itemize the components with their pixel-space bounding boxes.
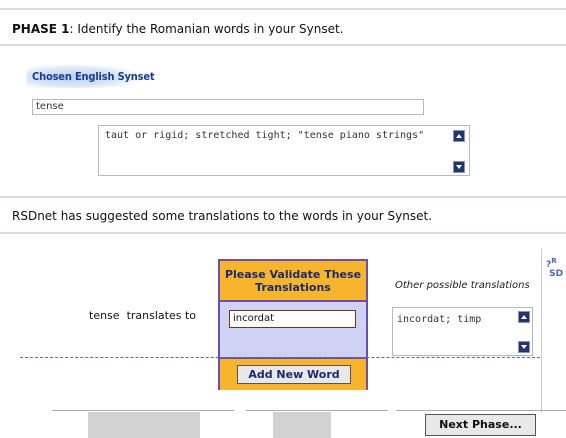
phase-title: PHASE 1: Identify the Romanian words in … [12,22,343,36]
phase-divider [0,44,566,46]
bottom-grey-cell-2 [273,412,331,438]
synset-gloss-box[interactable]: taut or rigid; stretched tight; "tense p… [98,125,470,176]
phase-instruction: : Identify the Romanian words in your Sy… [69,22,344,36]
validate-translations-panel: Please Validate These Translations incor… [218,259,368,390]
bottom-rule-3 [396,410,566,411]
chosen-synset-logo-text: Chosen English Synset [32,70,155,83]
chosen-synset-logo: Chosen English Synset [26,64,155,88]
bottom-grey-cell-1 [88,412,200,438]
translation-dashed-divider [20,357,540,358]
phase-label: PHASE 1 [12,22,70,36]
synset-word-value: tense [36,101,64,112]
synset-word-field[interactable]: tense [32,99,424,115]
source-word: tense [89,309,120,322]
other-translations-box[interactable]: incordat; timp [392,307,533,356]
other-translations-text: incordat; timp [397,314,482,325]
scroll-down-icon[interactable] [453,161,465,173]
top-divider [0,8,566,10]
validated-word-input[interactable]: incordat [229,310,356,328]
suggestion-divider [0,232,566,234]
validate-header: Please Validate These Translations [220,261,366,302]
help-side-tab[interactable]: ?R SD [541,249,566,413]
other-scroll-down-icon[interactable] [518,341,530,353]
add-new-word-button[interactable]: Add New Word [237,365,351,384]
other-scroll-up-icon[interactable] [518,311,530,323]
suggestion-text: RSDnet has suggested some translations t… [12,209,433,223]
next-phase-button[interactable]: Next Phase... [425,414,536,436]
synset-gloss-text: taut or rigid; stretched tight; "tense p… [105,130,425,141]
help-rsd-icon[interactable]: ?R SD [546,257,563,279]
scroll-up-icon[interactable] [453,130,465,142]
translates-to-text: translates to [126,309,196,322]
other-translations-label: Other possible translations [395,280,530,291]
validate-footer: Add New Word [220,357,366,390]
translates-to-label: tense translates to [89,309,196,322]
bottom-rule-2 [246,410,388,411]
bottom-rule-1 [52,410,234,411]
synset-divider [0,196,566,198]
validated-word-value: incordat [233,313,275,324]
